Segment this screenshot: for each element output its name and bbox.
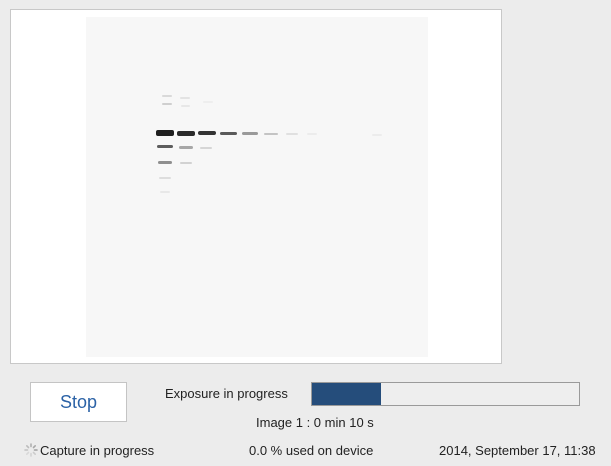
blot-band [156, 130, 174, 136]
spinner-icon [24, 443, 38, 457]
blot-band [179, 146, 193, 149]
blot-band [162, 95, 172, 97]
blot-band [220, 132, 237, 135]
capture-status-label: Capture in progress [40, 443, 155, 458]
timestamp-label: 2014, September 17, 11:38 [439, 443, 596, 458]
blot-band [177, 131, 195, 136]
blot-band [181, 105, 190, 107]
blot-band [203, 101, 213, 103]
exposure-progress-bar [311, 382, 580, 406]
blot-band [180, 162, 192, 164]
blot-band [372, 134, 382, 136]
exposure-status-label: Exposure in progress [165, 386, 288, 401]
blot-image [86, 17, 428, 357]
blot-band [160, 191, 170, 193]
exposure-progress-fill [312, 383, 382, 405]
image-time-label: Image 1 : 0 min 10 s [256, 415, 374, 430]
stop-button[interactable]: Stop [30, 382, 127, 422]
blot-band [286, 133, 298, 135]
blot-band [159, 177, 171, 179]
blot-band [180, 97, 190, 99]
blot-band [200, 147, 212, 149]
image-preview [10, 9, 502, 364]
status-bar: Capture in progress 0.0 % used on device… [0, 440, 611, 462]
blot-band [264, 133, 278, 135]
blot-band [307, 133, 317, 135]
blot-band [242, 132, 258, 135]
device-usage-label: 0.0 % used on device [249, 443, 374, 458]
capture-window: Stop Exposure in progress Image 1 : 0 mi… [0, 0, 611, 466]
blot-band [162, 103, 172, 105]
blot-band [198, 131, 216, 135]
blot-band [157, 145, 173, 148]
blot-band [158, 161, 172, 164]
